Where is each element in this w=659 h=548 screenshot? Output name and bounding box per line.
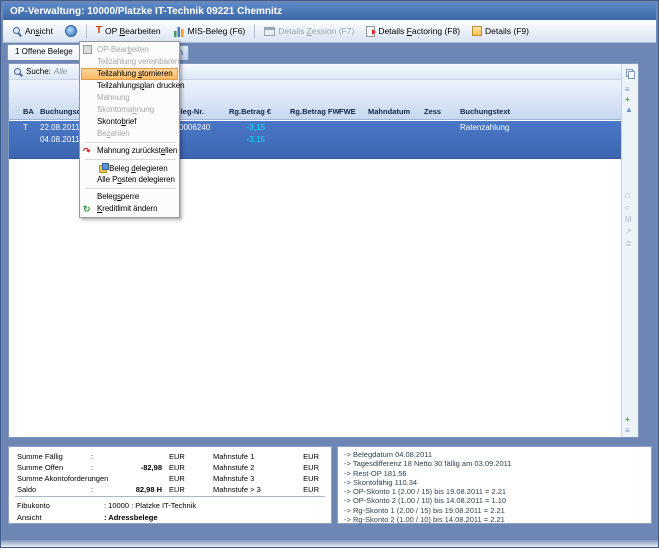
op-bearbeiten-menu: OP-Bearbeiten Teilzahlung vereinbaren Te… — [79, 41, 180, 218]
details-button[interactable]: Details (F9) — [467, 24, 534, 38]
summary-row-saldo: Saldo : 82,98 H EUR Mahnstufe > 3 EUR — [9, 484, 331, 495]
delegate-icon — [99, 163, 109, 172]
search-input[interactable]: Alle — [54, 67, 67, 76]
detail-line: -> Belegdatum 04.08.2011 — [344, 450, 651, 459]
cell-belegdatum: 04.08.2011 — [40, 134, 79, 146]
status-strip — [3, 524, 656, 540]
grid-side-toolbar: ≡ + ▲ □ ○ M ↗ ≣ + ≡ — [621, 64, 638, 437]
op-bearbeiten-button-label: OP Bearbeiten — [105, 26, 161, 36]
factoring-sheet-icon — [366, 26, 375, 37]
menu-separator — [85, 188, 176, 189]
mis-beleg-button[interactable]: MIS-Beleg (F6) — [168, 23, 251, 39]
copy-icon[interactable] — [628, 71, 635, 79]
details-note-icon — [472, 26, 482, 36]
collapse-all-icon[interactable]: ≡ — [625, 86, 630, 94]
details-factoring-button[interactable]: Details Factoring (F8) — [361, 24, 465, 39]
details-zession-button: Details Zession (F7) — [259, 24, 359, 38]
menu-item-op-bearbeiten: OP-Bearbeiten — [81, 44, 178, 56]
ansicht-value: : Adressbelege — [104, 512, 158, 523]
add-icon[interactable]: + — [625, 416, 630, 424]
expand-icon[interactable]: + — [625, 96, 630, 104]
detail-line: -> Skontofähig 110.34 — [344, 478, 651, 487]
detail-line: -> Tagesdifferenz 18 Netto 30 fällig am … — [344, 459, 651, 468]
mis-beleg-button-label: MIS-Beleg (F6) — [188, 26, 246, 36]
menu-separator — [85, 142, 176, 143]
search-icon — [13, 67, 23, 77]
menu-separator — [85, 159, 176, 160]
toolbar: Ansicht T OP Bearbeiten MIS-Beleg (F6) D… — [3, 20, 656, 43]
summary-row-akonto: Summe Akontoforderungen : EUR Mahnstufe … — [9, 473, 331, 484]
print-tool-icon[interactable]: ≣ — [625, 240, 632, 248]
search-label: Suche: — [26, 67, 51, 76]
zession-window-icon — [264, 27, 275, 36]
bar-chart-icon — [173, 25, 185, 37]
summary-row-faellig: Summe Fällig : EUR Mahnstufe 1 EUR — [9, 451, 331, 462]
toolbar-separator — [86, 24, 87, 38]
menu-item-bezahlen: Bezahlen — [81, 128, 178, 140]
view-magnifier-icon — [12, 26, 22, 36]
window-tool-icon[interactable]: □ — [625, 192, 630, 200]
detail-line: -> OP-Skonto 1 (2.00 / 15) bis 19.08.201… — [344, 487, 651, 496]
cell-rg-betrag: -3,15 — [205, 122, 265, 134]
ansicht-button-label: Ansicht — [25, 26, 53, 36]
details-zession-button-label: Details Zession (F7) — [278, 26, 354, 36]
cell-buchungsdatum: 22.08.2011 — [40, 122, 79, 134]
menu-item-mahnung: Mahnung — [81, 92, 178, 104]
detail-line: -> Rest-OP 181.56 — [344, 469, 651, 478]
menu-item-teilzahlung-vereinbaren: Teilzahlung vereinbaren — [81, 56, 178, 68]
menu-item-belegsperre[interactable]: Belegsperre — [81, 191, 178, 203]
detail-line: -> Rg-Skonto 2 (1.00 / 10) bis 14.08.201… — [344, 515, 651, 524]
skonto-details-panel: -> Belegdatum 04.08.2011 -> Tagesdiffere… — [337, 446, 652, 524]
menu-item-alle-posten-delegieren[interactable]: Alle Posten delegieren — [81, 174, 178, 186]
menu-item-skontomahnung: Skontomahnung — [81, 104, 178, 116]
ansicht-button[interactable]: Ansicht — [7, 24, 58, 38]
red-arrow-icon: ↷ — [83, 146, 93, 156]
detail-line: -> Rg-Skonto 1 (2.00 / 15) bis 19.08.201… — [344, 506, 651, 515]
fibukonto-value: : 10000 : Platzke IT-Technik — [104, 500, 196, 511]
scroll-up-icon[interactable]: ▲ — [625, 106, 633, 114]
ansicht-row: Ansicht : Adressbelege — [9, 512, 331, 523]
menu-item-teilzahlungsplan-drucken[interactable]: Teilzahlungsplan drucken — [81, 80, 178, 92]
tab-offene-belege[interactable]: 1 Offene Belege — [7, 44, 81, 60]
menu-item-teilzahlung-stornieren[interactable]: Teilzahlung stornieren — [81, 68, 178, 80]
summary-divider — [15, 496, 325, 497]
cell-offen: -3,15 — [205, 134, 265, 146]
tab-offene-belege-label: 1 Offene Belege — [15, 47, 73, 56]
cell-ba: T — [23, 122, 28, 134]
cell-buchungstext: Ratenzahlung — [460, 122, 509, 134]
menu-item-kreditlimit-aendern[interactable]: ↻ Kreditlimit ändern — [81, 203, 178, 215]
mahnung-tool-icon[interactable]: M — [625, 216, 632, 224]
op-verwaltung-window: OP-Verwaltung: 10000/Platzke IT-Technik … — [0, 0, 659, 548]
menu-item-skontobrief[interactable]: Skontobrief — [81, 116, 178, 128]
fit-icon[interactable]: ≡ — [625, 427, 630, 435]
globe-icon — [65, 25, 77, 37]
title-bar: OP-Verwaltung: 10000/Platzke IT-Technik … — [3, 3, 656, 20]
summary-row-offen: Summe Offen : -82,98 EUR Mahnstufe 2 EUR — [9, 462, 331, 473]
details-button-label: Details (F9) — [485, 26, 529, 36]
zoom-tool-icon[interactable]: ○ — [625, 204, 630, 212]
details-factoring-button-label: Details Factoring (F8) — [378, 26, 460, 36]
menu-item-mahnung-zurueckstellen[interactable]: ↷ Mahnung zurückstellen — [81, 145, 178, 157]
summary-panel: Summe Fällig : EUR Mahnstufe 1 EUR Summe… — [8, 446, 332, 524]
window-title: OP-Verwaltung: 10000/Platzke IT-Technik … — [10, 6, 282, 17]
fibukonto-row: Fibukonto : 10000 : Platzke IT-Technik — [9, 500, 331, 511]
op-bearbeiten-button[interactable]: T OP Bearbeiten — [91, 24, 166, 38]
toolbar-separator — [254, 24, 255, 38]
op-bearbeiten-icon: T — [96, 26, 102, 36]
edit-icon — [83, 45, 92, 54]
export-tool-icon[interactable]: ↗ — [625, 228, 632, 236]
refresh-green-icon: ↻ — [83, 204, 93, 214]
globe-button[interactable] — [60, 23, 82, 39]
menu-item-beleg-delegieren[interactable]: Beleg delegieren — [81, 162, 178, 174]
detail-line: -> OP-Skonto 2 (1.00 / 10) bis 14.08.201… — [344, 496, 651, 505]
window-bottom-edge — [1, 540, 658, 547]
